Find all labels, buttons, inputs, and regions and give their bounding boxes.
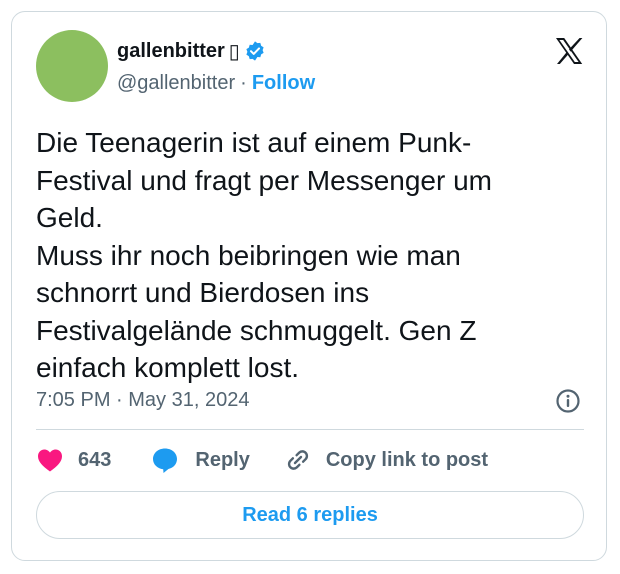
author-name-row: gallenbitter ▯ (117, 38, 266, 64)
copy-link-button[interactable]: Copy link to post (284, 446, 488, 474)
separator-dot: · (240, 71, 247, 94)
divider (36, 429, 584, 430)
reply-button[interactable]: Reply (151, 446, 250, 474)
verified-badge-icon (246, 41, 264, 61)
author-handle-row: @gallenbitter · Follow (117, 70, 315, 96)
follow-button[interactable]: Follow (252, 72, 315, 95)
read-replies-button[interactable]: Read 6 replies (36, 491, 584, 539)
timestamp[interactable]: 7:05 PM · May 31, 2024 (36, 387, 249, 413)
reply-label: Reply (195, 448, 250, 471)
copy-link-label: Copy link to post (325, 448, 489, 471)
reply-bubble-icon (153, 448, 178, 473)
like-count: 643 (78, 448, 112, 471)
heart-icon (38, 449, 62, 472)
info-icon[interactable] (555, 388, 581, 414)
handle[interactable]: @gallenbitter (117, 72, 235, 95)
tweet-text: Die Teenagerin ist auf einem Punk- Festi… (36, 127, 492, 383)
avatar[interactable] (36, 30, 108, 102)
x-logo-icon[interactable] (554, 36, 584, 66)
like-button[interactable]: 643 (36, 447, 111, 473)
name-emoji: ▯ (228, 40, 240, 63)
link-icon (287, 450, 308, 470)
action-bar: 643 Reply Copy link to post (36, 445, 488, 475)
tweet-card: gallenbitter ▯ @gallenbitter · Follow Di… (11, 11, 607, 561)
display-name[interactable]: gallenbitter (117, 40, 225, 63)
